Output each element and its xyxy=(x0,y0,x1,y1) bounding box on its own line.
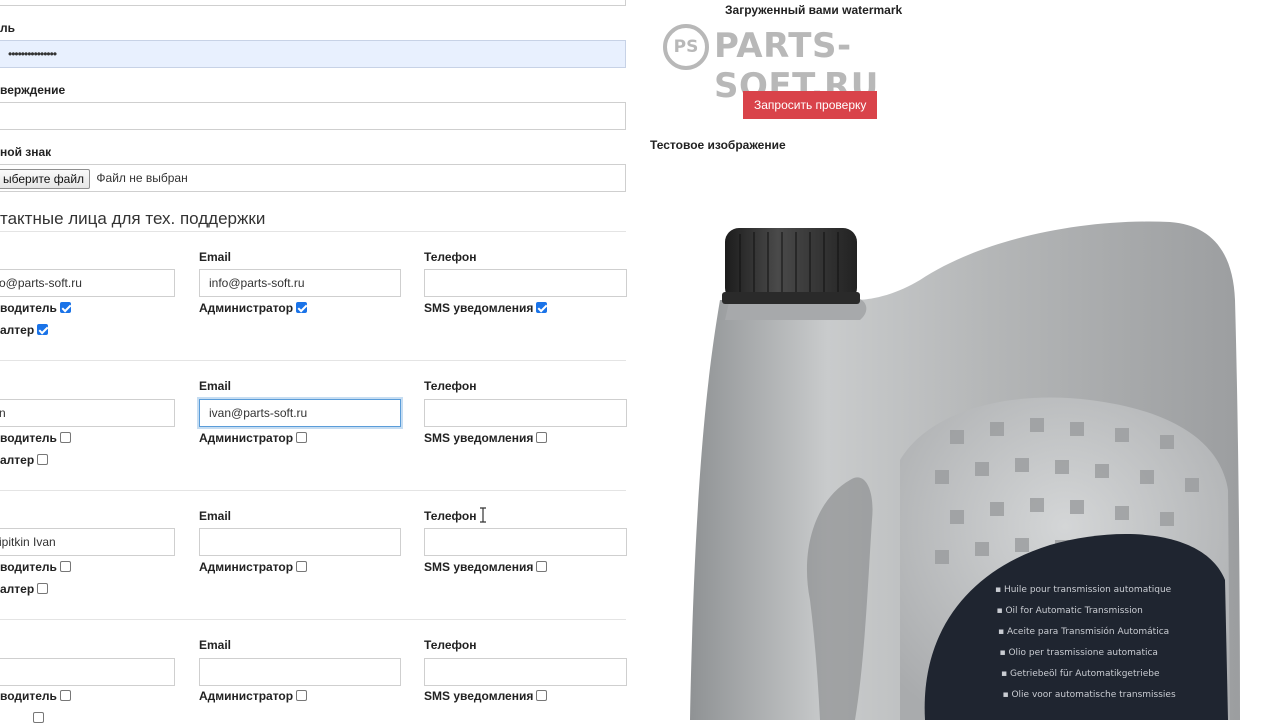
director-option[interactable]: водитель xyxy=(0,560,71,574)
bottle-label-line: ▪ Huile pour transmission automatique xyxy=(995,585,1172,595)
accountant-checkbox[interactable] xyxy=(37,583,49,594)
bottle-label-line: ▪ Aceite para Transmisión Automática xyxy=(998,626,1169,637)
admin-label: Администратор xyxy=(199,431,294,445)
watermark-logo: PS PARTS-SOFT.RU xyxy=(663,22,963,106)
choose-file-button[interactable]: ыберите файл xyxy=(0,168,91,189)
bottle-label-line: ▪ Olio per trasmissione automatica xyxy=(1000,648,1158,658)
admin-checkbox[interactable] xyxy=(296,432,308,443)
ps-logo-mark: PS xyxy=(673,37,699,57)
name-input[interactable]: n xyxy=(0,399,175,427)
director-option[interactable]: водитель xyxy=(0,689,71,703)
admin-checkbox[interactable] xyxy=(296,302,308,313)
admin-option[interactable]: Администратор xyxy=(199,560,308,574)
sms-label: SMS уведомления xyxy=(424,431,534,445)
admin-label: Администратор xyxy=(199,560,294,574)
ps-logo-icon: PS xyxy=(663,24,709,70)
text-cursor-icon xyxy=(480,507,486,523)
file-status-text: Файл не выбран xyxy=(96,171,188,185)
watermark-label: ной знак xyxy=(0,145,52,159)
director-checkbox[interactable] xyxy=(59,690,71,701)
accountant-label: алтер xyxy=(0,323,35,337)
uploaded-watermark-label: Загруженный вами watermark xyxy=(725,3,903,17)
email-input[interactable] xyxy=(199,528,401,556)
sms-option[interactable]: SMS уведомления xyxy=(424,560,548,574)
email-label: Email xyxy=(199,379,232,393)
bottle-label-line: ▪ Oil for Automatic Transmission xyxy=(997,606,1143,616)
test-image-label: Тестовое изображение xyxy=(650,138,786,152)
accountant-option[interactable]: алтер xyxy=(0,582,49,596)
director-label: водитель xyxy=(0,301,57,315)
sms-label: SMS уведомления xyxy=(424,301,534,315)
director-checkbox[interactable] xyxy=(59,561,71,572)
phone-label: Телефон xyxy=(424,250,477,264)
sms-option[interactable]: SMS уведомления xyxy=(424,689,548,703)
email-label: Email xyxy=(199,250,232,264)
test-image-oil-bottle: ▪ Huile pour transmission automatique ▪ O… xyxy=(690,221,1240,720)
director-option[interactable]: водитель xyxy=(0,301,71,315)
name-input[interactable]: o@parts-soft.ru xyxy=(0,269,175,297)
accountant-option[interactable]: алтер xyxy=(0,323,49,337)
admin-option[interactable]: Администратор xyxy=(199,431,308,445)
contact-divider xyxy=(0,490,626,491)
phone-label: Телефон xyxy=(424,379,477,393)
watermark-file-input[interactable]: ыберите файл Файл не выбран xyxy=(0,164,626,192)
email-label: Email xyxy=(199,638,232,652)
phone-input[interactable] xyxy=(424,658,627,686)
email-label: Email xyxy=(199,509,232,523)
director-label: водитель xyxy=(0,689,57,703)
director-checkbox[interactable] xyxy=(59,432,71,443)
password-input[interactable]: ••••••••••••••• xyxy=(0,40,626,68)
contacts-section-title: тактные лица для тех. поддержки xyxy=(0,209,266,228)
accountant-label: алтер xyxy=(0,582,35,596)
bottle-label-line: ▪ Olie voor automatische transmissies xyxy=(1003,690,1176,700)
accountant-checkbox[interactable] xyxy=(37,324,49,335)
email-input[interactable] xyxy=(199,658,401,686)
email-input[interactable]: info@parts-soft.ru xyxy=(199,269,401,297)
director-label: водитель xyxy=(0,560,57,574)
request-check-button[interactable]: Запросить проверку xyxy=(743,91,878,119)
phone-label: Телефон xyxy=(424,509,477,523)
sms-checkbox[interactable] xyxy=(536,690,548,701)
sms-checkbox[interactable] xyxy=(536,302,548,313)
admin-checkbox[interactable] xyxy=(296,561,308,572)
bottle-label-line: ▪ Getriebeöl für Automatikgetriebe xyxy=(1001,669,1160,679)
sms-option[interactable]: SMS уведомления xyxy=(424,301,548,315)
admin-checkbox[interactable] xyxy=(296,690,308,701)
confirm-input[interactable] xyxy=(0,102,626,130)
admin-option[interactable]: Администратор xyxy=(199,301,308,315)
director-label: водитель xyxy=(0,431,57,445)
phone-input[interactable] xyxy=(424,269,627,297)
phone-input[interactable] xyxy=(424,399,627,427)
accountant-option[interactable]: алтер xyxy=(0,453,49,467)
contact-divider xyxy=(0,619,626,620)
name-input[interactable] xyxy=(0,658,175,686)
accountant-checkbox[interactable] xyxy=(0,711,44,725)
password-label: ль xyxy=(0,21,15,35)
section-divider xyxy=(0,231,626,232)
confirm-label: верждение xyxy=(0,83,66,97)
sms-label: SMS уведомления xyxy=(424,560,534,574)
admin-label: Администратор xyxy=(199,301,294,315)
email-input[interactable]: ivan@parts-soft.ru xyxy=(199,399,401,427)
sms-option[interactable]: SMS уведомления xyxy=(424,431,548,445)
sms-label: SMS уведомления xyxy=(424,689,534,703)
admin-label: Администратор xyxy=(199,689,294,703)
director-checkbox[interactable] xyxy=(59,302,71,313)
name-input[interactable]: ipitkin Ivan xyxy=(0,528,175,556)
director-option[interactable]: водитель xyxy=(0,431,71,445)
admin-option[interactable]: Администратор xyxy=(199,689,308,703)
phone-label: Телефон xyxy=(424,638,477,652)
accountant-checkbox[interactable] xyxy=(37,454,49,465)
phone-input[interactable] xyxy=(424,528,627,556)
accountant-label: алтер xyxy=(0,453,35,467)
sms-checkbox[interactable] xyxy=(536,432,548,443)
contact-divider xyxy=(0,360,626,361)
accountant-checkbox-box[interactable] xyxy=(33,712,44,723)
sms-checkbox[interactable] xyxy=(536,561,548,572)
top-field-partial[interactable] xyxy=(0,0,626,6)
